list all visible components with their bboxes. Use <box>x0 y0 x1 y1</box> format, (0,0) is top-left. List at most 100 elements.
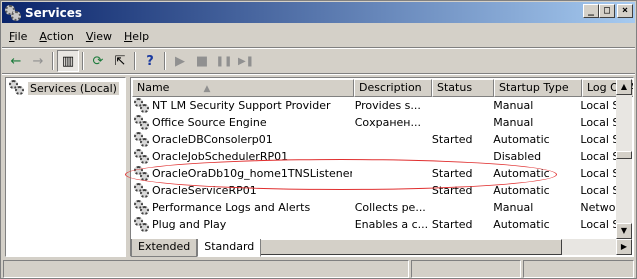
menu-file[interactable]: File <box>3 30 33 43</box>
service-gear-icon <box>134 114 150 131</box>
service-name-cell: OracleServiceRP01 <box>132 182 352 199</box>
service-log-on-as: Local S <box>580 99 617 112</box>
services-list: Name ▲ Description Status Startup Type Lo… <box>130 77 634 257</box>
service-gear-icon <box>134 148 150 165</box>
service-description: Сохранен... <box>354 116 421 129</box>
menu-action-accesskey: A <box>39 29 47 43</box>
menu-bar: File Action View Help <box>3 26 155 46</box>
table-row[interactable]: Office Source Engine Сохранен... Manual Loc… <box>132 114 617 131</box>
table-row[interactable]: OracleJobSchedulerRP01 Disabled Local S <box>132 148 617 165</box>
scroll-up-arrow-icon[interactable]: ▲ <box>616 79 632 95</box>
service-name: OracleOraDb10g_home1TNSListener <box>152 167 352 180</box>
service-gear-icon <box>134 216 150 233</box>
table-row[interactable]: OracleDBConsolerp01 Started Automatic Local… <box>132 131 617 148</box>
menu-help[interactable]: Help <box>118 30 155 43</box>
service-name: OracleJobSchedulerRP01 <box>152 150 289 163</box>
pause-service-icon[interactable]: ❚❚ <box>213 50 235 72</box>
column-header-status[interactable]: Status <box>432 79 494 97</box>
forward-arrow-icon[interactable]: → <box>27 50 49 72</box>
tree-item-label: Services (Local) <box>28 81 119 95</box>
tab-standard[interactable]: Standard <box>197 239 262 257</box>
service-name-cell: Office Source Engine <box>132 114 352 131</box>
menu-view[interactable]: View <box>80 30 118 43</box>
toolbar-separator <box>134 52 136 70</box>
column-header-startup-type[interactable]: Startup Type <box>494 79 582 97</box>
service-name-cell: Performance Logs and Alerts <box>132 199 352 216</box>
column-header-description[interactable]: Description <box>354 79 432 97</box>
menu-view-label: iew <box>93 29 113 43</box>
service-startup-type: Disabled <box>493 150 542 163</box>
service-startup-type: Manual <box>493 99 534 112</box>
service-name: Plug and Play <box>152 218 227 231</box>
service-startup-type: Automatic <box>493 184 550 197</box>
service-gear-icon <box>134 97 150 114</box>
service-log-on-as: Local S <box>580 116 617 129</box>
service-startup-type: Manual <box>493 201 534 214</box>
restart-service-icon[interactable]: ▶❚ <box>235 50 257 72</box>
title-buttons: _ □ × <box>583 4 633 18</box>
service-log-on-as: Local S <box>580 133 617 146</box>
service-name-cell: NT LM Security Support Provider <box>132 97 352 114</box>
service-description: Provides s... <box>354 99 421 112</box>
service-startup-type: Automatic <box>493 167 550 180</box>
table-row[interactable]: Performance Logs and Alerts Collects pe..… <box>132 199 617 216</box>
refresh-icon[interactable]: ⟳ <box>87 50 109 72</box>
service-status: Started <box>431 184 473 197</box>
service-name: OracleDBConsolerp01 <box>152 133 273 146</box>
list-rows: NT LM Security Support Provider Provides … <box>132 97 617 233</box>
vertical-scrollbar[interactable]: ▲ ▼ <box>616 79 632 239</box>
service-description: Collects pe... <box>354 201 426 214</box>
service-status: Started <box>431 218 473 231</box>
status-pane <box>3 260 409 278</box>
start-service-icon[interactable]: ▶ <box>169 50 191 72</box>
services-window: Services _ □ × File Action View Help ← →… <box>0 0 637 279</box>
status-bar <box>3 260 634 278</box>
service-description: Enables a c... <box>354 218 429 231</box>
close-button[interactable]: × <box>617 4 633 18</box>
help-icon[interactable]: ? <box>139 50 161 72</box>
column-header-label: Name <box>137 81 170 94</box>
scroll-down-arrow-icon[interactable]: ▼ <box>616 223 632 239</box>
toolbar-separator <box>82 52 84 70</box>
table-row[interactable]: NT LM Security Support Provider Provides … <box>132 97 617 114</box>
service-log-on-as: Local S <box>580 184 617 197</box>
vertical-scroll-thumb[interactable] <box>616 151 632 159</box>
service-startup-type: Automatic <box>493 218 550 231</box>
service-log-on-as: Local S <box>580 218 617 231</box>
column-header-name[interactable]: Name ▲ <box>132 79 354 97</box>
back-arrow-icon[interactable]: ← <box>5 50 27 72</box>
service-log-on-as: Local S <box>580 150 617 163</box>
stop-service-icon[interactable]: ■ <box>191 50 213 72</box>
title-bar[interactable]: Services _ □ × <box>2 2 635 23</box>
service-status: Started <box>431 133 473 146</box>
service-name: OracleServiceRP01 <box>152 184 257 197</box>
sort-ascending-icon: ▲ <box>203 84 211 94</box>
export-list-icon[interactable]: ⇱ <box>109 50 131 72</box>
table-row[interactable]: Plug and Play Enables a c... Started Automa… <box>132 216 617 233</box>
service-startup-type: Manual <box>493 116 534 129</box>
maximize-button[interactable]: □ <box>599 4 615 18</box>
list-header: Name ▲ Description Status Startup Type Lo… <box>132 79 633 97</box>
tab-extended[interactable]: Extended <box>131 239 198 257</box>
show-hide-tree-icon[interactable]: ▥ <box>57 50 79 72</box>
services-gear-icon <box>5 4 21 21</box>
service-name-cell: OracleOraDb10g_home1TNSListener <box>132 165 352 182</box>
menu-help-label: elp <box>132 29 150 43</box>
service-name: Performance Logs and Alerts <box>152 201 311 214</box>
tree-item-services-local[interactable]: Services (Local) <box>9 80 119 96</box>
minimize-button[interactable]: _ <box>583 4 599 18</box>
menu-file-label: ile <box>14 29 28 43</box>
service-gear-icon <box>134 165 150 182</box>
window-title: Services <box>25 5 83 20</box>
view-tabs: Extended Standard <box>131 239 262 257</box>
table-row[interactable]: OracleServiceRP01 Started Automatic Local S <box>132 182 617 199</box>
table-row[interactable]: OracleOraDb10g_home1TNSListener Started Au… <box>132 165 617 182</box>
scroll-right-arrow-icon[interactable]: ▶ <box>616 239 632 255</box>
service-log-on-as: Netwo <box>580 201 616 214</box>
service-name-cell: OracleDBConsolerp01 <box>132 131 352 148</box>
menu-action[interactable]: Action <box>33 30 79 43</box>
status-pane <box>523 260 634 278</box>
service-gear-icon <box>134 199 150 216</box>
console-tree: Services (Local) <box>5 77 126 257</box>
toolbar: ← → ▥ ⟳ ⇱ ? ▶ ■ ❚❚ ▶❚ <box>5 50 257 72</box>
